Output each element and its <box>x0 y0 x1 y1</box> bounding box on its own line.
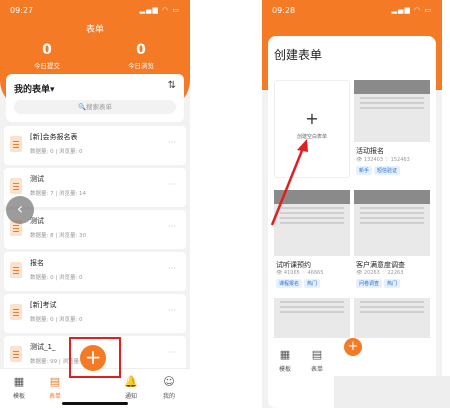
red-arrow-icon <box>270 139 308 226</box>
watermark-area <box>334 376 450 408</box>
